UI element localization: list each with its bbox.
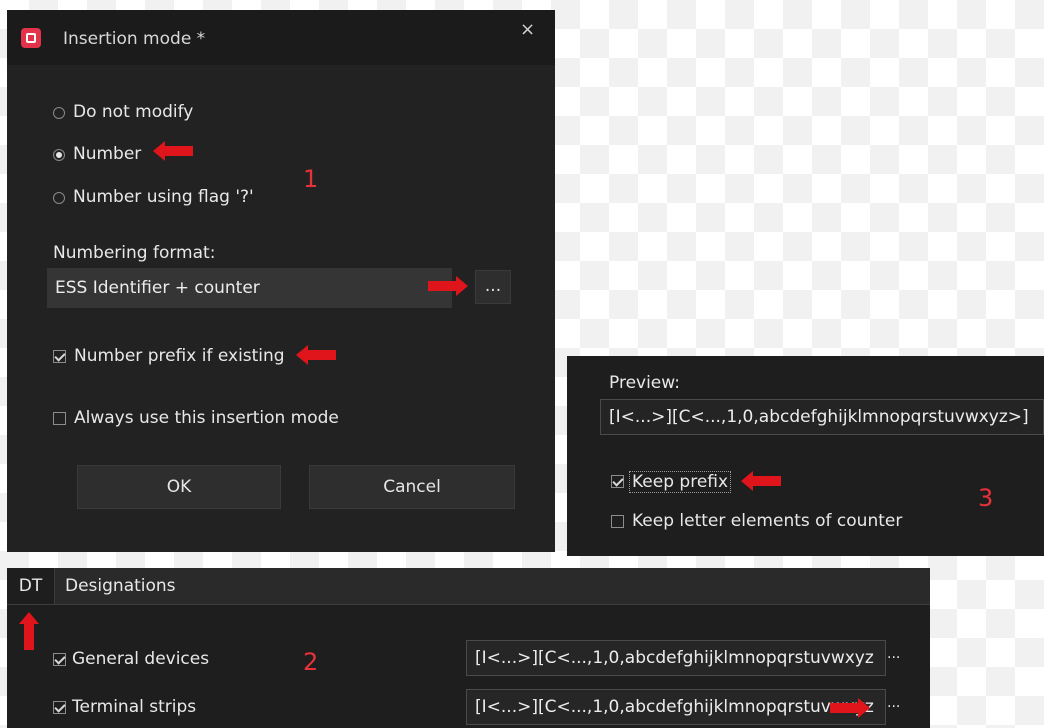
checkbox-checked-icon [53, 701, 66, 714]
cancel-button[interactable]: Cancel [309, 465, 515, 509]
app-logo-icon [21, 28, 41, 48]
checkbox-icon [611, 515, 624, 528]
general-devices-checkbox[interactable]: General devices [53, 649, 253, 671]
terminal-strips-browse-button[interactable]: ... [887, 695, 900, 711]
always-use-checkbox[interactable]: Always use this insertion mode [53, 408, 393, 430]
preview-panel: Preview: [I<...>][C<...,1,0,abcdefghijkl… [567, 356, 1044, 556]
radio-selected-icon [53, 149, 65, 161]
radio-label: Number using flag '?' [73, 187, 254, 207]
numbering-format-label: Numbering format: [53, 243, 216, 263]
tab-dt[interactable]: DT [7, 568, 55, 604]
checkbox-checked-icon [53, 653, 66, 666]
close-icon[interactable]: × [520, 19, 535, 40]
numbering-format-browse-button[interactable]: ... [475, 270, 511, 304]
red-arrow-icon [296, 345, 336, 365]
insertion-mode-dialog: Insertion mode * × Do not modify Number … [7, 10, 555, 552]
red-arrow-up-icon [19, 612, 39, 650]
red-arrow-icon [830, 698, 870, 718]
radio-icon [53, 107, 65, 119]
designations-panel: DT Designations General devices [I<...>]… [7, 568, 930, 728]
red-arrow-icon [741, 471, 781, 491]
general-devices-browse-button[interactable]: ... [887, 646, 900, 662]
preview-label: Preview: [609, 373, 680, 393]
red-arrow-icon [428, 276, 468, 296]
checkbox-label: Keep prefix [629, 471, 732, 493]
checkbox-label: Keep letter elements of counter [632, 511, 903, 531]
dialog-title: Insertion mode * [63, 29, 206, 49]
radio-icon [53, 192, 65, 204]
radio-do-not-modify[interactable]: Do not modify [53, 102, 353, 124]
preview-field[interactable]: [I<...>][C<...,1,0,abcdefghijklmnopqrstu… [600, 399, 1044, 435]
number-prefix-checkbox[interactable]: Number prefix if existing [53, 346, 313, 368]
keep-prefix-checkbox[interactable]: Keep prefix [611, 471, 741, 493]
checkbox-label: Number prefix if existing [74, 346, 285, 366]
red-arrow-icon [153, 141, 193, 161]
step-1-marker: 1 [303, 165, 319, 193]
checkbox-icon [53, 412, 66, 425]
terminal-strips-checkbox[interactable]: Terminal strips [53, 697, 253, 719]
ok-button[interactable]: OK [77, 465, 281, 509]
step-2-marker: 2 [303, 648, 319, 676]
terminal-strips-field[interactable]: [I<...>][C<...,1,0,abcdefghijklmnopqrstu… [466, 689, 886, 725]
checkbox-checked-icon [53, 350, 66, 363]
keep-letter-elements-checkbox[interactable]: Keep letter elements of counter [611, 511, 931, 533]
checkbox-checked-icon [611, 475, 624, 488]
numbering-format-field[interactable]: ESS Identifier + counter [47, 268, 452, 308]
radio-label: Number [73, 144, 142, 164]
checkbox-label: Terminal strips [72, 697, 197, 717]
tab-designations[interactable]: Designations [65, 568, 176, 604]
radio-label: Do not modify [73, 102, 194, 122]
step-3-marker: 3 [978, 484, 994, 512]
checkbox-label: General devices [72, 649, 210, 669]
general-devices-field[interactable]: [I<...>][C<...,1,0,abcdefghijklmnopqrstu… [466, 640, 886, 676]
checkbox-label: Always use this insertion mode [74, 408, 339, 428]
dialog-titlebar: Insertion mode * × [7, 10, 555, 65]
